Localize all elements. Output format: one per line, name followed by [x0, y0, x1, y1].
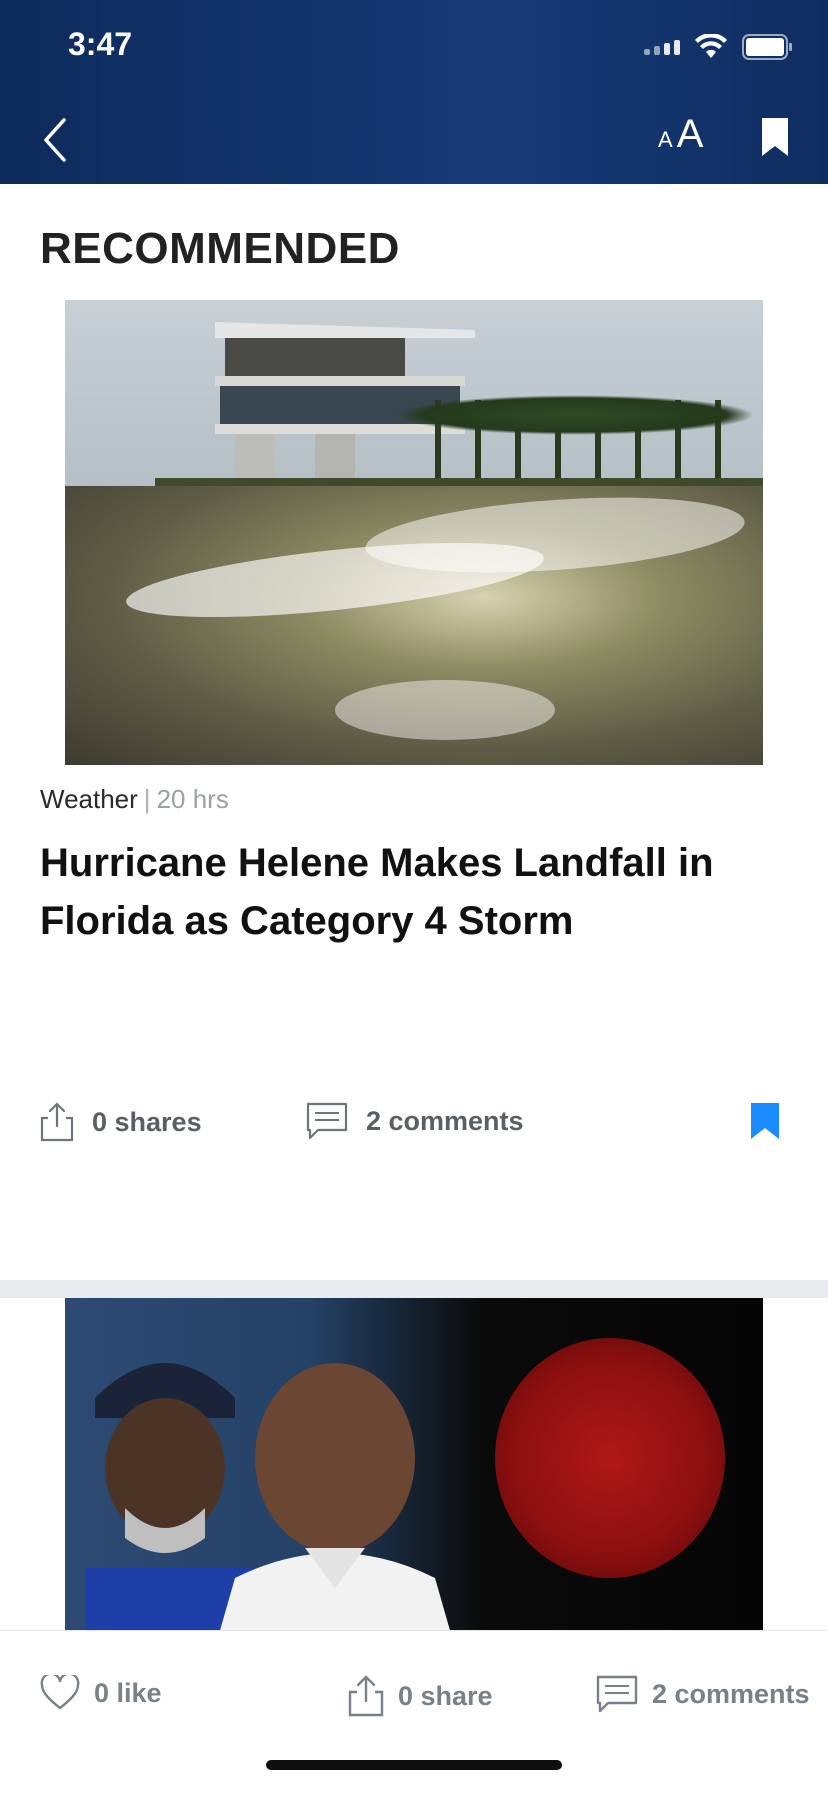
- comments-action[interactable]: 2 comments: [306, 1102, 524, 1140]
- share-icon: [40, 1102, 74, 1142]
- back-button[interactable]: [40, 116, 76, 164]
- comments-count-bottom: 2 comments: [652, 1678, 810, 1709]
- heart-icon: [40, 1675, 80, 1710]
- like-button[interactable]: 0 like: [40, 1675, 162, 1711]
- like-count: 0 like: [94, 1677, 162, 1708]
- text-size-small-glyph: A: [658, 127, 673, 152]
- article-meta: Weather | 20 hrs: [40, 784, 229, 815]
- section-divider: [0, 1280, 828, 1298]
- article-category[interactable]: Weather: [40, 784, 138, 814]
- text-size-button[interactable]: AA: [658, 112, 703, 157]
- cellular-signal-icon: [644, 39, 680, 55]
- status-time: 3:47: [68, 26, 133, 62]
- comment-icon: [306, 1102, 348, 1140]
- bookmark-icon: [762, 118, 788, 156]
- comments-button[interactable]: 2 comments: [596, 1675, 810, 1713]
- chevron-left-icon: [44, 118, 66, 162]
- person-illustration: [220, 1363, 450, 1630]
- article-headline[interactable]: Hurricane Helene Makes Landfall in Flori…: [40, 834, 780, 950]
- wifi-icon: [694, 34, 728, 60]
- bookmark-filled-icon: [751, 1103, 779, 1139]
- home-indicator[interactable]: [266, 1760, 562, 1770]
- second-article-image[interactable]: [65, 1298, 763, 1630]
- comments-count: 2 comments: [366, 1105, 524, 1136]
- app-header: 3:47 AA: [0, 0, 828, 184]
- red-light-illustration: [495, 1338, 725, 1578]
- share-count: 0 share: [398, 1680, 493, 1711]
- article-bookmark-button[interactable]: [750, 1102, 780, 1140]
- status-icons: [644, 34, 794, 60]
- bookmark-button[interactable]: [760, 116, 790, 158]
- comment-icon: [596, 1675, 638, 1713]
- article-time: 20 hrs: [156, 784, 229, 814]
- article-actions: 0 shares 2 comments: [40, 1102, 788, 1150]
- article-image[interactable]: [65, 300, 763, 765]
- section-title: RECOMMENDED: [40, 224, 400, 273]
- battery-icon: [742, 34, 794, 60]
- meta-separator: |: [143, 784, 151, 814]
- share-button[interactable]: 0 share: [348, 1675, 493, 1717]
- share-action[interactable]: 0 shares: [40, 1102, 202, 1142]
- share-icon: [348, 1675, 384, 1717]
- text-size-big-glyph: A: [676, 112, 704, 156]
- shares-count: 0 shares: [92, 1106, 202, 1137]
